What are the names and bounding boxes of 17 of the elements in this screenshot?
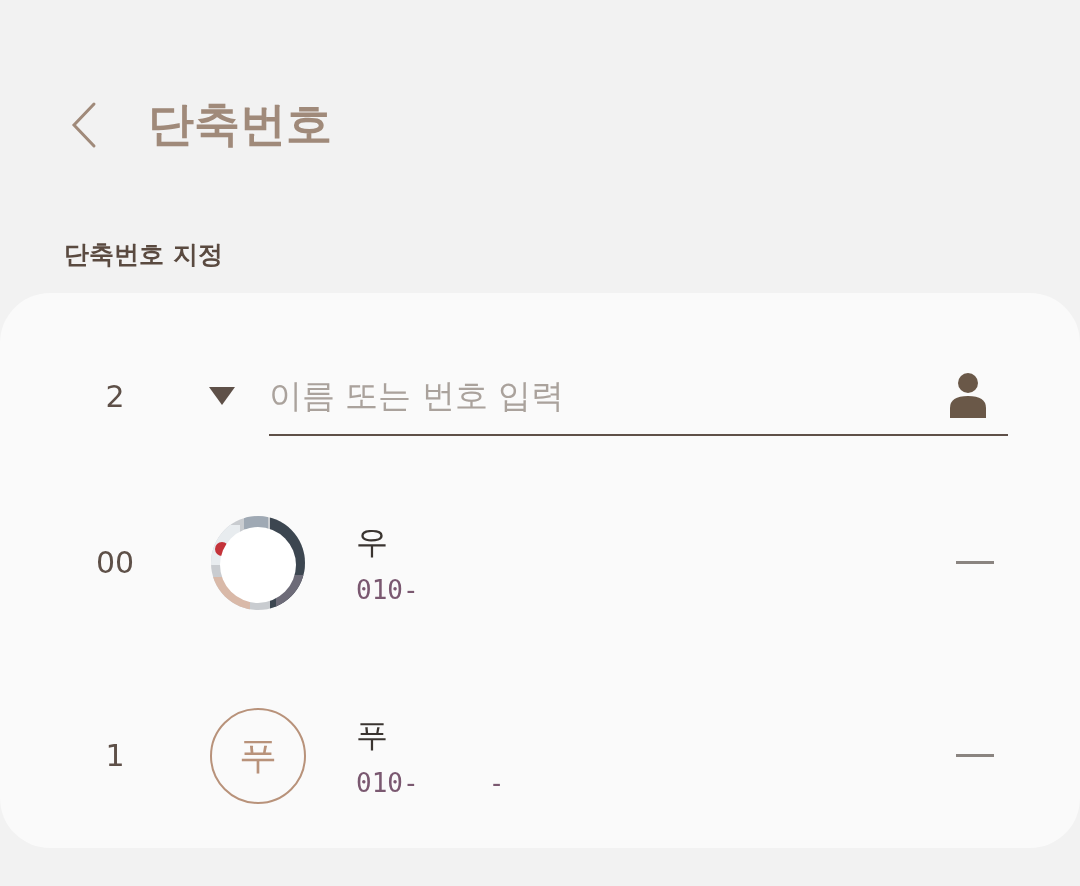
contact-name: 푸 <box>356 714 388 756</box>
page-title: 단축번호 <box>148 96 332 153</box>
minus-icon <box>956 754 994 757</box>
contact-avatar: 푸 <box>210 707 306 804</box>
input-field[interactable]: 이름 또는 번호 입력 <box>269 356 1008 436</box>
contact-name: 우 <box>356 521 388 563</box>
speed-dial-number: 1 <box>105 738 125 773</box>
contact-icon[interactable] <box>950 372 986 418</box>
minus-icon <box>956 561 994 564</box>
triangle-icon <box>209 387 235 405</box>
dropdown-button[interactable] <box>209 387 235 405</box>
speed-dial-number: 00 <box>95 545 135 580</box>
phone-number: 010- <box>356 574 419 605</box>
phone-number: - <box>488 767 505 798</box>
section-label: 단축번호 지정 <box>64 239 223 271</box>
speed-dial-number: 2 <box>105 378 125 414</box>
phone-number: 010- <box>356 767 419 798</box>
